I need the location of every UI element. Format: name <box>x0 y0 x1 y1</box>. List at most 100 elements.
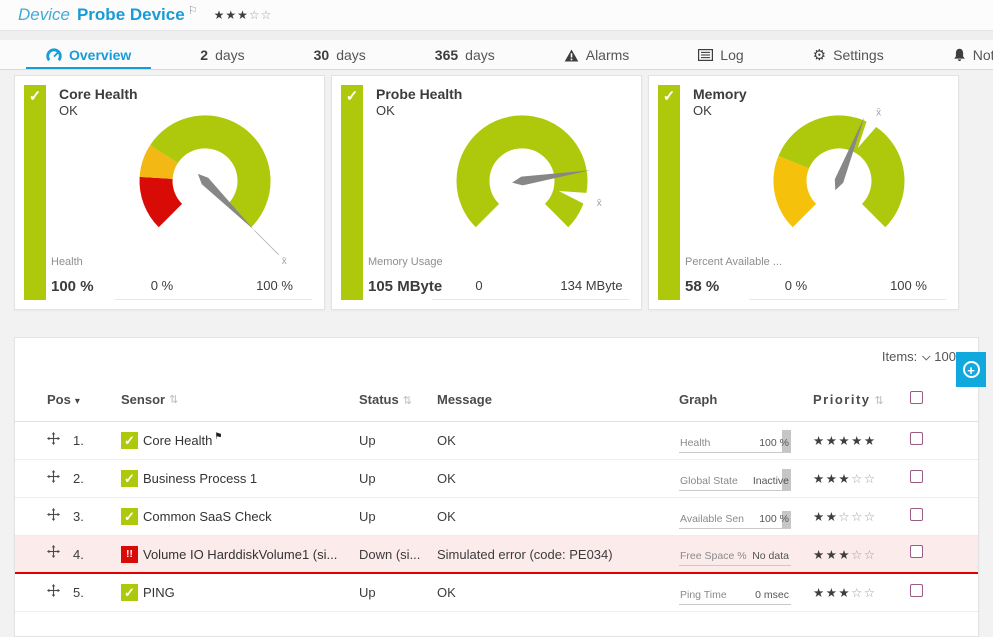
gauge-title[interactable]: Core Health <box>59 86 138 102</box>
table-row: 3. ✓ Common SaaS Check Up OK Available S… <box>15 498 978 536</box>
priority-stars[interactable]: ★★★☆☆ <box>813 471 898 486</box>
row-checkbox[interactable] <box>910 432 923 445</box>
priority-stars[interactable]: ★★★☆☆ <box>813 585 898 600</box>
gauge-title[interactable]: Probe Health <box>376 86 462 102</box>
plus-icon: + <box>963 361 980 378</box>
column-status[interactable]: Status⇅ <box>359 392 437 407</box>
gauge-card-core-health: ✓ Core Health OK x̄ Health 100 % 0 % 100… <box>14 75 325 310</box>
priority-stars[interactable]: ★★☆☆☆ <box>813 509 898 524</box>
select-all-checkbox[interactable] <box>910 391 923 404</box>
sensor-name[interactable]: Core Health <box>143 433 212 448</box>
row-checkbox[interactable] <box>910 545 923 558</box>
mini-graph[interactable]: Global State Inactive <box>679 467 791 491</box>
mini-graph[interactable]: Health 100 % <box>679 429 791 453</box>
move-icon <box>47 545 60 558</box>
tab-label: Settings <box>833 47 884 63</box>
mini-graph[interactable]: Free Space % No data <box>679 542 791 566</box>
priority-stars[interactable]: ★★★★★ <box>813 433 898 448</box>
log-icon <box>698 49 713 61</box>
check-icon: ✓ <box>663 88 676 105</box>
gauge-icon <box>46 48 62 62</box>
tab-log[interactable]: Log <box>678 40 763 70</box>
sensor-name[interactable]: PING <box>143 585 175 600</box>
mini-graph-label: Free Space % <box>680 550 747 562</box>
table-header: Pos▾ Sensor⇅ Status⇅ Message Graph Prior… <box>15 378 978 422</box>
scale-max: 100 % <box>861 278 956 293</box>
column-priority[interactable]: Priority⇅ <box>813 392 898 407</box>
table-row: 4. !! Volume IO HarddiskVolume1 (si... D… <box>15 536 978 574</box>
row-status: Up <box>359 471 437 486</box>
row-checkbox[interactable] <box>910 508 923 521</box>
gauge-figure: x̄ <box>113 105 313 277</box>
mini-graph[interactable]: Ping Time 0 msec <box>679 581 791 605</box>
items-count-control[interactable]: Items: 100 <box>882 349 956 364</box>
tab-2-days[interactable]: 2 days <box>180 40 264 70</box>
gauge-card-probe-health: ✓ Probe Health OK x̄ Memory Usage 105 MB… <box>331 75 642 310</box>
row-status: Up <box>359 585 437 600</box>
sensor-table-card: Items: 100 Pos▾ Sensor⇅ Status⇅ Message … <box>14 337 979 637</box>
channel-label: Health <box>51 256 83 268</box>
tab-label: Overview <box>69 47 131 63</box>
page-title[interactable]: Probe Device <box>77 5 185 25</box>
sensor-name[interactable]: Common SaaS Check <box>143 509 272 524</box>
table-row: 5. ✓ PING Up OK Ping Time 0 msec ★★★☆☆ <box>15 574 978 612</box>
row-checkbox[interactable] <box>910 584 923 597</box>
move-handle[interactable] <box>47 432 67 450</box>
sort-icon: ⇅ <box>403 395 412 407</box>
tab-label: days <box>465 47 495 63</box>
row-pos: 5. <box>67 585 121 600</box>
column-message[interactable]: Message <box>437 392 679 407</box>
check-icon: ✓ <box>29 88 42 105</box>
row-pos: 3. <box>67 509 121 524</box>
move-handle[interactable] <box>47 470 67 488</box>
tab-label: Log <box>720 47 743 63</box>
gauge-card-memory: ✓ Memory OK x̄ Percent Available ... 58 … <box>648 75 959 310</box>
tab-30-days[interactable]: 30 days <box>294 40 386 70</box>
move-handle[interactable] <box>47 545 67 563</box>
sensor-status-icon: ✓ <box>121 432 138 449</box>
scale-max: 134 MByte <box>544 278 639 293</box>
column-graph: Graph <box>679 391 813 409</box>
scale-min: 0 <box>444 278 514 293</box>
gauge-figure: x̄ <box>430 105 630 277</box>
tab-notifications[interactable]: Notifications <box>933 40 993 70</box>
gauge-status: OK <box>376 103 395 118</box>
mini-graph[interactable]: Available Sen 100 % <box>679 505 791 529</box>
channel-value: 105 MByte <box>368 278 442 295</box>
status-bar: ✓ <box>658 85 680 300</box>
channel-value: 100 % <box>51 278 94 295</box>
mini-graph-value: Inactive <box>753 475 789 487</box>
sort-icon: ⇅ <box>875 395 886 407</box>
tab-alarms[interactable]: Alarms <box>544 40 650 70</box>
flag-icon[interactable]: ⚐ <box>188 4 198 17</box>
header-divider <box>0 31 993 40</box>
sensor-name[interactable]: Volume IO HarddiskVolume1 (si... <box>143 547 337 562</box>
mini-graph-label: Health <box>680 437 710 449</box>
row-checkbox[interactable] <box>910 470 923 483</box>
device-stars[interactable]: ★★★☆☆ <box>214 8 273 22</box>
move-handle[interactable] <box>47 508 67 526</box>
sensor-status-icon: !! <box>121 546 138 563</box>
row-message: OK <box>437 433 679 448</box>
move-handle[interactable] <box>47 584 67 602</box>
tab-settings[interactable]: ⚙ Settings <box>793 40 904 70</box>
add-button[interactable]: + <box>956 352 986 387</box>
object-kind-label: Device <box>18 5 70 25</box>
gauge-row: ✓ Core Health OK x̄ Health 100 % 0 % 100… <box>14 75 979 310</box>
priority-stars[interactable]: ★★★☆☆ <box>813 547 898 562</box>
column-sensor[interactable]: Sensor⇅ <box>121 392 359 407</box>
svg-text:x̄: x̄ <box>876 108 881 119</box>
tab-number: 2 <box>200 47 208 63</box>
column-pos[interactable]: Pos▾ <box>47 391 121 409</box>
tab-overview[interactable]: Overview <box>26 40 151 70</box>
card-footer-divider <box>749 299 946 300</box>
sensor-name[interactable]: Business Process 1 <box>143 471 257 486</box>
gauge-title[interactable]: Memory <box>693 86 747 102</box>
table-row: 2. ✓ Business Process 1 Up OK Global Sta… <box>15 460 978 498</box>
sensor-status-icon: ✓ <box>121 470 138 487</box>
move-icon <box>47 432 60 445</box>
sensor-status-icon: ✓ <box>121 508 138 525</box>
gear-icon: ⚙ <box>813 48 826 63</box>
row-message: OK <box>437 509 679 524</box>
tab-365-days[interactable]: 365 days <box>415 40 515 70</box>
